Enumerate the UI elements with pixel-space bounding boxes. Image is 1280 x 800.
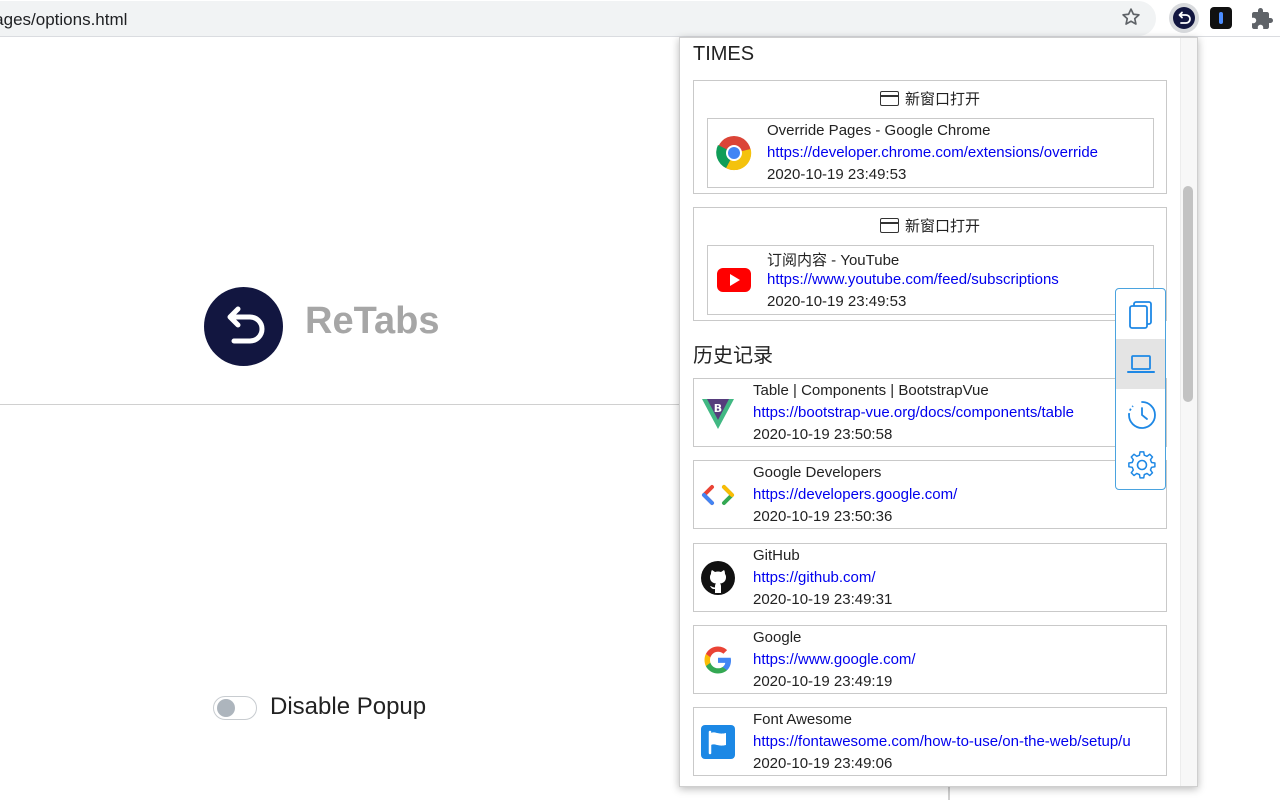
clock-icon: [1128, 401, 1156, 429]
google-icon: [704, 646, 731, 674]
fontawesome-icon: [701, 725, 735, 759]
popup-scrollbar-thumb[interactable]: [1183, 186, 1193, 402]
disable-popup-toggle[interactable]: [213, 696, 257, 720]
tab-time: 2020-10-19 23:49:31: [753, 591, 893, 608]
nav-sessions-button[interactable]: [1116, 339, 1165, 389]
tab-time: 2020-10-19 23:49:19: [753, 673, 893, 690]
gear-icon: [1128, 451, 1156, 479]
app-name: ReTabs: [305, 300, 440, 342]
side-navigation: [1115, 288, 1166, 490]
tab-time: 2020-10-19 23:49:06: [753, 755, 893, 772]
popup-scrollbar-track[interactable]: [1180, 38, 1197, 786]
list-item[interactable]: Google https://www.google.com/ 2020-10-1…: [693, 625, 1167, 694]
address-bar[interactable]: /pages/options.html: [0, 1, 1156, 36]
svg-text:B: B: [714, 402, 722, 415]
tab-time: 2020-10-19 23:49:53: [767, 166, 907, 183]
open-in-new-window-button[interactable]: 新窗口打开: [694, 88, 1166, 109]
tab-url-link[interactable]: https://www.youtube.com/feed/subscriptio…: [767, 271, 1059, 288]
tab-title: Google: [753, 629, 802, 646]
nav-tabs-button[interactable]: [1116, 289, 1165, 339]
bootstrapvue-icon: B: [702, 399, 734, 429]
session-card: 新窗口打开 订阅内容 - YouTube https://www.youtube…: [693, 207, 1167, 321]
open-in-new-window-button[interactable]: 新窗口打开: [694, 215, 1166, 236]
github-icon: [701, 561, 735, 595]
tab-time: 2020-10-19 23:49:53: [767, 293, 907, 310]
divider: [0, 404, 680, 405]
extensions-puzzle-icon[interactable]: [1250, 7, 1274, 31]
bookmark-star-icon[interactable]: [1121, 7, 1141, 27]
tab-url-link[interactable]: https://fontawesome.com/how-to-use/on-th…: [753, 733, 1131, 750]
chrome-icon: [716, 136, 752, 171]
session-card: 新窗口打开 Override Pages - Google Chrome htt…: [693, 80, 1167, 194]
list-item[interactable]: GitHub https://github.com/ 2020-10-19 23…: [693, 543, 1167, 612]
tab-title: Google Developers: [753, 464, 882, 481]
tab-url-link[interactable]: https://developer.chrome.com/extensions/…: [767, 144, 1098, 161]
window-icon: [879, 218, 899, 233]
list-item[interactable]: Google Developers https://developers.goo…: [693, 460, 1167, 529]
list-item[interactable]: Font Awesome https://fontawesome.com/how…: [693, 707, 1167, 776]
tab-url-link[interactable]: https://bootstrap-vue.org/docs/component…: [753, 404, 1074, 421]
google-developers-icon: [702, 485, 734, 505]
window-icon: [879, 91, 899, 106]
retabs-extension-icon[interactable]: [1169, 3, 1199, 33]
laptop-icon: [1127, 355, 1155, 373]
retabs-logo-icon: [204, 287, 283, 366]
sessions-title: TIMES: [693, 43, 755, 65]
browser-toolbar: /pages/options.html: [0, 0, 1280, 37]
nav-history-button[interactable]: [1116, 389, 1165, 439]
list-item[interactable]: Override Pages - Google Chrome https://d…: [707, 118, 1154, 188]
tab-url-link[interactable]: https://developers.google.com/: [753, 486, 957, 503]
password-manager-extension-icon[interactable]: [1210, 7, 1232, 29]
tab-title: 订阅内容 - YouTube: [767, 252, 900, 269]
tab-url-link[interactable]: https://www.google.com/: [753, 651, 916, 668]
retabs-popup: TIMES 新窗口打开 Override Pages - Google Chro…: [679, 37, 1198, 787]
address-bar-url[interactable]: /pages/options.html: [0, 10, 127, 30]
youtube-icon: [717, 268, 751, 292]
copy-icon: [1129, 301, 1152, 329]
list-item[interactable]: B Table | Components | BootstrapVue http…: [693, 378, 1167, 447]
nav-settings-button[interactable]: [1116, 439, 1165, 489]
tab-title: GitHub: [753, 547, 800, 564]
disable-popup-label: Disable Popup: [270, 693, 427, 720]
tab-title: Override Pages - Google Chrome: [767, 122, 991, 139]
tab-time: 2020-10-19 23:50:58: [753, 426, 893, 443]
history-title: 历史记录: [693, 345, 773, 367]
tab-time: 2020-10-19 23:50:36: [753, 508, 893, 525]
list-item[interactable]: 订阅内容 - YouTube https://www.youtube.com/f…: [707, 245, 1154, 315]
tab-title: Font Awesome: [753, 711, 852, 728]
tab-title: Table | Components | BootstrapVue: [753, 382, 989, 399]
tab-url-link[interactable]: https://github.com/: [753, 569, 876, 586]
